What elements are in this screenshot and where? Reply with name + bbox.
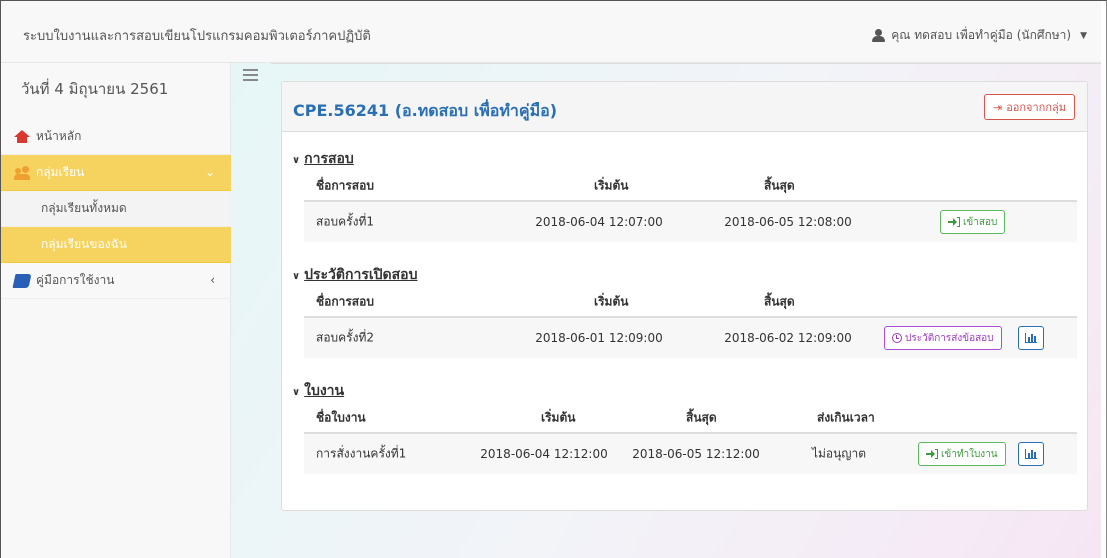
app-title[interactable]: ระบบใบงานและการสอบเขียนโปรแกรมคอมพิวเตอร… xyxy=(23,25,371,46)
worksheet-start: 2018-06-04 12:12:00 xyxy=(480,447,608,461)
section-title: ใบงาน xyxy=(304,383,345,399)
sidebar-item-groups[interactable]: กลุ่มเรียน ⌄ xyxy=(1,155,231,191)
section-title: ประวัติการเปิดสอบ xyxy=(304,267,418,283)
sign-out-icon: ⇥ xyxy=(992,100,1003,114)
column-header: เริ่มต้น xyxy=(594,178,629,193)
exam-name: สอบครั้งที่2 xyxy=(316,330,375,345)
sidebar-item-my-groups[interactable]: กลุ่มเรียนของฉัน xyxy=(1,227,231,263)
worksheet-late-policy: ไม่อนุญาต xyxy=(811,446,867,461)
bar-chart-icon xyxy=(1025,449,1037,459)
user-icon xyxy=(872,29,886,42)
exam-start: 2018-06-01 12:09:00 xyxy=(535,331,663,345)
table-header: ชื่อการสอบ เริ่มต้น สิ้นสุด xyxy=(304,288,1077,318)
exam-start: 2018-06-04 12:07:00 xyxy=(535,215,663,229)
chevron-left-icon: ‹ xyxy=(210,273,215,287)
enter-worksheet-button[interactable]: เข้าทำใบงาน xyxy=(918,442,1006,466)
column-header: สิ้นสุด xyxy=(764,178,795,193)
table-row: สอบครั้งที่2 2018-06-01 12:09:00 2018-06… xyxy=(304,318,1077,358)
column-header: เริ่มต้น xyxy=(594,294,629,309)
chevron-down-icon: ∨ xyxy=(292,155,301,166)
sign-in-icon xyxy=(926,449,938,459)
sidebar-item-all-groups[interactable]: กลุ่มเรียนทั้งหมด xyxy=(1,191,231,227)
group-icon xyxy=(14,165,30,180)
column-header: ชื่อการสอบ xyxy=(316,178,374,193)
chevron-down-icon: ⌄ xyxy=(204,165,215,179)
worksheets-table: ชื่อใบงาน เริ่มต้น สิ้นสุด ส่งเกินเวลา ก… xyxy=(304,404,1077,474)
table-header: ชื่อใบงาน เริ่มต้น สิ้นสุด ส่งเกินเวลา xyxy=(304,404,1077,434)
table-header: ชื่อการสอบ เริ่มต้น สิ้นสุด xyxy=(304,172,1077,202)
submission-history-button[interactable]: ประวัติการส่งข้อสอบ xyxy=(884,326,1002,350)
column-header: สิ้นสุด xyxy=(764,294,795,309)
history-table: ชื่อการสอบ เริ่มต้น สิ้นสุด สอบครั้งที่2… xyxy=(304,288,1077,358)
exam-name: สอบครั้งที่1 xyxy=(316,214,375,229)
sidebar-item-label: หน้าหลัก xyxy=(36,129,82,143)
section-worksheets-toggle[interactable]: ∨ ใบงาน xyxy=(292,380,344,402)
exam-end: 2018-06-05 12:08:00 xyxy=(724,215,852,229)
divider xyxy=(271,63,1101,64)
column-header: เริ่มต้น xyxy=(541,410,576,425)
sidebar-item-label: กลุ่มเรียนทั้งหมด xyxy=(41,201,127,215)
book-icon xyxy=(12,273,32,288)
clock-icon xyxy=(892,333,902,343)
sidebar-item-manual[interactable]: คู่มือการใช้งาน ‹ xyxy=(1,263,231,299)
column-header: ชื่อใบงาน xyxy=(316,410,366,425)
chevron-down-icon: ∨ xyxy=(292,387,301,398)
main-content: CPE.56241 (อ.ทดสอบ เพื่อทำคู่มือ) ⇥ ออกจ… xyxy=(231,63,1101,558)
caret-down-icon: ▼ xyxy=(1080,30,1087,41)
enter-exam-button[interactable]: เข้าสอบ xyxy=(940,210,1006,234)
section-history-toggle[interactable]: ∨ ประวัติการเปิดสอบ xyxy=(292,264,417,286)
menu-toggle-icon[interactable] xyxy=(243,69,258,81)
sidebar-item-label: กลุ่มเรียนของฉัน xyxy=(41,237,127,251)
stats-button[interactable] xyxy=(1018,326,1044,350)
column-header: ส่งเกินเวลา xyxy=(817,410,875,425)
sidebar: วันที่ 4 มิถุนายน 2561 หน้าหลัก กลุ่มเรี… xyxy=(1,63,231,558)
worksheet-end: 2018-06-05 12:12:00 xyxy=(632,447,760,461)
table-row: การสั่งงานครั้งที่1 2018-06-04 12:12:00 … xyxy=(304,434,1077,474)
table-row: สอบครั้งที่1 2018-06-04 12:07:00 2018-06… xyxy=(304,202,1077,242)
column-header: สิ้นสุด xyxy=(686,410,717,425)
worksheet-name: การสั่งงานครั้งที่1 xyxy=(316,446,407,461)
bar-chart-icon xyxy=(1025,333,1037,343)
top-navbar: ระบบใบงานและการสอบเขียนโปรแกรมคอมพิวเตอร… xyxy=(1,1,1101,63)
sidebar-item-label: คู่มือการใช้งาน xyxy=(36,273,115,287)
stats-button[interactable] xyxy=(1018,442,1044,466)
leave-group-button[interactable]: ⇥ ออกจากกลุ่ม xyxy=(983,94,1075,120)
sidebar-menu: หน้าหลัก กลุ่มเรียน ⌄ กลุ่มเรียนทั้งหมด … xyxy=(1,119,231,299)
section-title: การสอบ xyxy=(304,151,354,167)
sidebar-item-label: กลุ่มเรียน xyxy=(36,165,85,179)
column-header: ชื่อการสอบ xyxy=(316,294,374,309)
current-date: วันที่ 4 มิถุนายน 2561 xyxy=(21,80,169,98)
group-panel: CPE.56241 (อ.ทดสอบ เพื่อทำคู่มือ) ⇥ ออกจ… xyxy=(281,81,1088,511)
section-exams-toggle[interactable]: ∨ การสอบ xyxy=(292,148,354,170)
home-icon xyxy=(14,129,30,144)
sidebar-item-home[interactable]: หน้าหลัก xyxy=(1,119,231,155)
user-menu[interactable]: คุณ ทดสอบ เพื่อทำคู่มือ (นักศึกษา) ▼ xyxy=(872,26,1087,45)
exams-table: ชื่อการสอบ เริ่มต้น สิ้นสุด สอบครั้งที่1… xyxy=(304,172,1077,242)
user-name: คุณ ทดสอบ เพื่อทำคู่มือ (นักศึกษา) xyxy=(891,28,1072,42)
panel-header: CPE.56241 (อ.ทดสอบ เพื่อทำคู่มือ) ⇥ ออกจ… xyxy=(282,82,1087,132)
group-title: CPE.56241 (อ.ทดสอบ เพื่อทำคู่มือ) xyxy=(293,101,558,120)
sign-in-icon xyxy=(948,217,960,227)
chevron-down-icon: ∨ xyxy=(292,271,301,282)
exam-end: 2018-06-02 12:09:00 xyxy=(724,331,852,345)
